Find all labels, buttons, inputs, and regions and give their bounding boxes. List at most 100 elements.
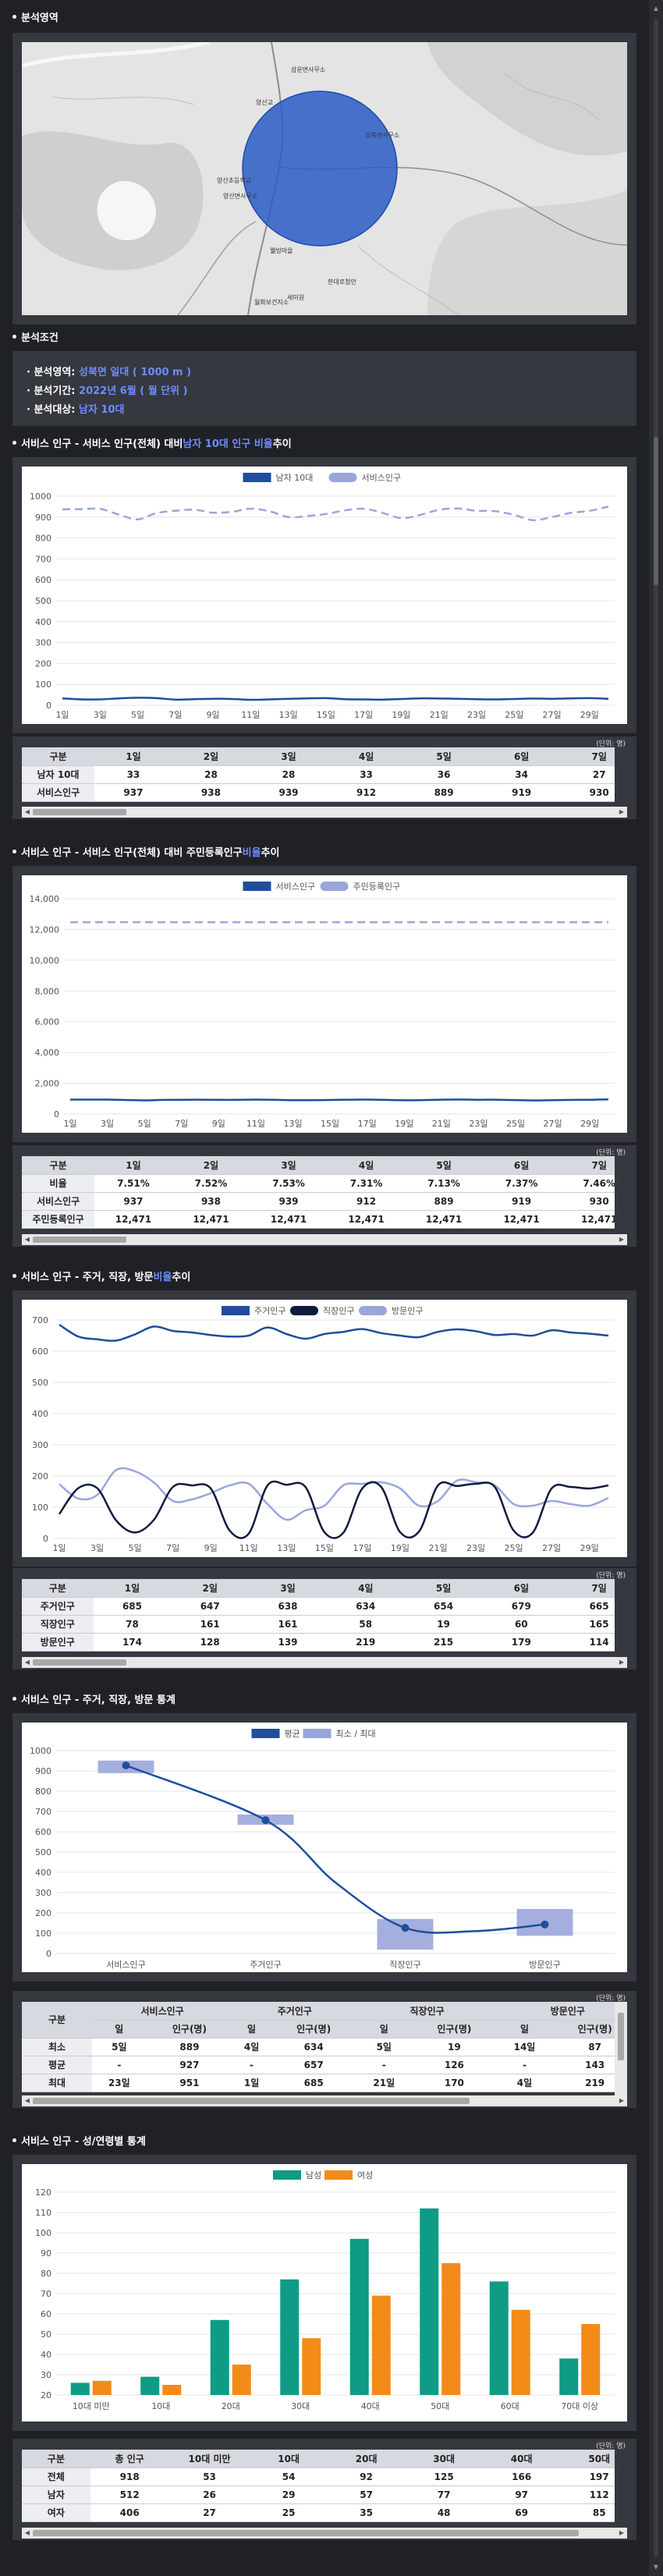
table-hscrollbar[interactable]: ◀ ▶	[22, 2095, 627, 2106]
table-cell: 85	[560, 2503, 615, 2522]
table-cell: 939	[250, 783, 328, 802]
scroll-thumb[interactable]	[33, 1659, 126, 1666]
x-tick-label: 5일	[131, 709, 144, 720]
scroll-left-arrow[interactable]: ◀	[23, 1659, 31, 1666]
table-row: 서비스인구 937 938 939 912 889 919 930	[22, 1192, 615, 1211]
scroll-thumb[interactable]	[618, 2013, 624, 2060]
table-header-cell: 구분	[22, 2002, 92, 2038]
table-scroll-area[interactable]: 구분 1일 2일 3일 4일 5일 6일 7일 남자 10대 33 28 28 33 36 34 27 서비스인…	[22, 747, 615, 808]
scroll-down-arrow[interactable]: ▼	[652, 2564, 660, 2571]
scroll-thumb[interactable]	[654, 437, 658, 585]
x-tick-label: 19일	[391, 1542, 410, 1553]
y-tick-label: 100	[35, 2228, 51, 2238]
y-tick-label: 600	[35, 1827, 51, 1837]
y-tick-label: 4,000	[35, 1048, 60, 1058]
map-label: 양산초등학교	[217, 176, 251, 184]
scroll-left-arrow[interactable]: ◀	[23, 2529, 31, 2537]
map-view[interactable]: 삼운면사무소 성북면사무소 양산교 양산초등학교 양산면사무소 웰빙마을 한대로…	[22, 42, 627, 315]
table-vscrollbar[interactable]	[615, 2002, 627, 2097]
table-cell: 92	[327, 2468, 406, 2486]
legend-swatch	[243, 882, 271, 891]
table-cell: 930	[560, 783, 615, 802]
scroll-left-arrow[interactable]: ◀	[23, 2097, 31, 2105]
section-title: 서비스 인구 - 서비스 인구(전체) 대비 남자 10대 인구 비율 추이	[12, 435, 292, 450]
table-cell: 최소	[22, 2038, 92, 2056]
legend-swatch	[251, 1729, 280, 1738]
table-cell: 634	[326, 1597, 405, 1616]
bullet-icon	[12, 440, 16, 445]
scroll-track[interactable]	[654, 19, 658, 2557]
table-scroll-area[interactable]: 구분 1일 2일 3일 4일 5일 6일 7일 비율 7.51% 7.52% 7.53% 7.31% 7.…	[22, 1156, 615, 1236]
scroll-right-arrow[interactable]: ▶	[618, 1236, 626, 1244]
bar-male	[559, 2358, 579, 2395]
table-header-row: 구분 총 인구 10대 미만 10대 20대 30대 40대 50대	[22, 2450, 615, 2468]
x-tick-label: 3일	[94, 709, 107, 720]
y-tick-label: 50	[41, 2329, 51, 2340]
y-tick-label: 8,000	[35, 986, 60, 996]
bar-male	[140, 2376, 160, 2395]
scroll-thumb[interactable]	[33, 2098, 470, 2104]
map-label: 세미원	[287, 294, 304, 301]
y-tick-label: 100	[35, 1928, 51, 1939]
x-tick-label: 7일	[168, 709, 182, 720]
table-header-cell: 구분	[22, 1156, 95, 1175]
bar-male	[280, 2279, 300, 2395]
table-header-row: 구분 서비스인구 주거인구 직장인구 방문인구	[22, 2002, 615, 2038]
table-cell: 33	[94, 765, 172, 784]
scroll-right-arrow[interactable]: ▶	[618, 1659, 626, 1666]
chart-area: 남자 10대 서비스인구 0 100 200 300 400 500 600 700 800 900 1…	[22, 467, 627, 724]
table-hscrollbar[interactable]: ◀ ▶	[22, 1657, 627, 1668]
scroll-left-arrow[interactable]: ◀	[23, 1236, 31, 1244]
map-label: 양산면사무소	[223, 192, 257, 200]
legend-label: 서비스인구	[276, 882, 316, 892]
table-cell: 36	[405, 765, 483, 784]
scroll-up-arrow[interactable]: ▲	[652, 5, 660, 12]
table-scroll-area[interactable]: 구분 1일 2일 3일 4일 5일 6일 7일 주거인구 685 647 638 634 654 679 66…	[22, 1579, 615, 1659]
table-cell: 7.31%	[327, 1174, 406, 1193]
scroll-right-arrow[interactable]: ▶	[618, 808, 626, 816]
y-tick-label: 6,000	[35, 1017, 60, 1027]
table-hscrollbar[interactable]: ◀ ▶	[22, 1234, 627, 1245]
table-hscrollbar[interactable]: ◀ ▶	[22, 807, 627, 818]
table-cell: 161	[171, 1615, 250, 1634]
scroll-thumb[interactable]	[33, 2530, 579, 2536]
scroll-right-arrow[interactable]: ▶	[618, 2529, 626, 2537]
table-header-cell: 일	[356, 2020, 412, 2038]
scroll-right-arrow[interactable]: ▶	[618, 2097, 626, 2105]
table-cell: 주민등록인구	[22, 1210, 95, 1229]
table-cell: 889	[146, 2038, 233, 2056]
legend-swatch	[359, 1306, 387, 1315]
table-cell: 215	[404, 1633, 483, 1652]
legend-label: 방문인구	[392, 1306, 423, 1316]
table-cell: -	[356, 2056, 412, 2074]
table-cell: 7.53%	[250, 1174, 328, 1193]
table-header-row: 일 인구(명) 일 인구(명) 일 인구(명) 일 인구(명)	[22, 2020, 615, 2038]
table-cell: 170	[411, 2074, 498, 2092]
y-tick-label: 700	[35, 554, 51, 564]
bar-female	[581, 2324, 601, 2395]
table-cell: 938	[172, 1192, 250, 1211]
map-label: 한대로청안	[328, 278, 356, 286]
table-cell: 53	[168, 2468, 250, 2486]
y-tick-label: 12,000	[30, 924, 60, 935]
table-cell: 12,471	[250, 1210, 328, 1229]
page-scrollbar[interactable]: ▲ ▼	[649, 0, 663, 2576]
scroll-left-arrow[interactable]: ◀	[23, 808, 31, 816]
table-scroll-area[interactable]: 구분 서비스인구 주거인구 직장인구 방문인구 일 인구(명) 일 인구(명) 일 인구(명) 일 인구…	[22, 2002, 615, 2097]
legend-swatch	[243, 473, 271, 482]
table-scroll-area[interactable]: 구분 총 인구 10대 미만 10대 20대 30대 40대 50대 전체 918 53 54 92 12…	[22, 2450, 615, 2529]
avg-point	[261, 1816, 270, 1825]
legend-label: 평균	[285, 1729, 300, 1739]
table-cell: 927	[146, 2056, 233, 2074]
x-category-label: 60대	[501, 2401, 519, 2411]
table-hscrollbar[interactable]: ◀ ▶	[22, 2528, 627, 2539]
scroll-thumb[interactable]	[33, 809, 126, 815]
table-cell: 14일	[497, 2038, 552, 2056]
table-header-cell: 2일	[172, 1156, 250, 1175]
table-cell: 128	[171, 1633, 250, 1652]
scroll-thumb[interactable]	[33, 1237, 126, 1243]
y-tick-label: 300	[35, 638, 51, 648]
table-header-cell: 일	[92, 2020, 147, 2038]
table-cell: 19	[411, 2038, 498, 2056]
chart-panel: 주거인구 직장인구 방문인구 0 100 200 300 400 500 600 700 1일 3일 5일…	[12, 1290, 636, 1567]
